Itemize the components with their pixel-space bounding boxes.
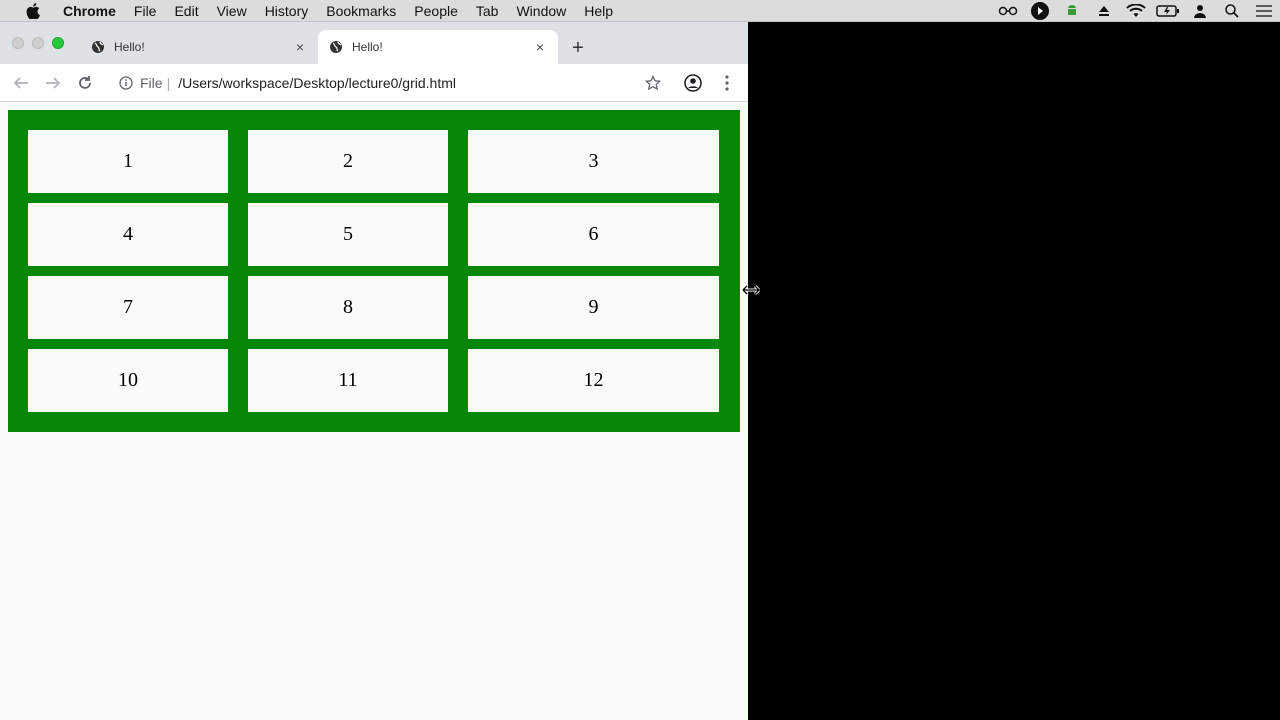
globe-icon — [90, 39, 106, 55]
close-window-button[interactable] — [12, 37, 24, 49]
grid-item: 6 — [468, 203, 719, 266]
tab-title: Hello! — [114, 40, 145, 54]
close-tab-icon[interactable]: × — [292, 39, 308, 55]
menu-history[interactable]: History — [256, 0, 318, 22]
url-separator: | — [166, 75, 171, 91]
close-tab-icon[interactable]: × — [532, 39, 548, 55]
menu-edit[interactable]: Edit — [165, 0, 207, 22]
menu-help[interactable]: Help — [575, 0, 622, 22]
menu-bar: Chrome File Edit View History Bookmarks … — [0, 0, 1280, 22]
zoom-window-button[interactable] — [52, 37, 64, 49]
browser-toolbar: File | /Users/workspace/Desktop/lecture0… — [0, 64, 748, 102]
url-scheme: File — [140, 75, 163, 91]
page-viewport: 1 2 3 4 5 6 7 8 9 10 11 12 — [0, 102, 748, 720]
eject-icon[interactable] — [1088, 0, 1120, 22]
android-icon[interactable] — [1056, 0, 1088, 22]
grid-item: 8 — [248, 276, 448, 339]
globe-icon — [328, 39, 344, 55]
grid-item: 11 — [248, 349, 448, 412]
desktop-background — [748, 22, 1280, 720]
grid-item: 9 — [468, 276, 719, 339]
reload-icon[interactable] — [72, 70, 98, 96]
wifi-icon[interactable] — [1120, 0, 1152, 22]
status-area — [992, 0, 1280, 22]
tab-title: Hello! — [352, 40, 383, 54]
grid-item: 3 — [468, 130, 719, 193]
kebab-menu-icon[interactable] — [714, 70, 740, 96]
menu-people[interactable]: People — [405, 0, 467, 22]
minimize-window-button[interactable] — [32, 37, 44, 49]
grid-item: 2 — [248, 130, 448, 193]
grid-container: 1 2 3 4 5 6 7 8 9 10 11 12 — [8, 110, 740, 432]
menu-view[interactable]: View — [208, 0, 256, 22]
url-text[interactable]: /Users/workspace/Desktop/lecture0/grid.h… — [178, 75, 456, 91]
new-tab-button[interactable]: + — [566, 36, 590, 60]
grid-item: 12 — [468, 349, 719, 412]
back-arrow-icon[interactable] — [8, 70, 34, 96]
tab-hello-1[interactable]: Hello! × — [80, 30, 318, 64]
grid-item: 4 — [28, 203, 228, 266]
menu-window[interactable]: Window — [507, 0, 575, 22]
search-icon[interactable] — [1216, 0, 1248, 22]
browser-window: Hello! × Hello! × + File | /Users/worksp… — [0, 22, 748, 720]
tab-hello-2[interactable]: Hello! × — [318, 30, 558, 64]
list-icon[interactable] — [1248, 0, 1280, 22]
battery-icon[interactable] — [1152, 0, 1184, 22]
grid-item: 10 — [28, 349, 228, 412]
menu-bookmarks[interactable]: Bookmarks — [317, 0, 405, 22]
info-icon[interactable] — [118, 75, 134, 91]
apple-logo-icon[interactable] — [22, 2, 44, 19]
menu-tab[interactable]: Tab — [467, 0, 508, 22]
resize-cursor-icon — [741, 283, 761, 296]
tab-strip: Hello! × Hello! × + — [0, 22, 748, 64]
grid-item: 7 — [28, 276, 228, 339]
menu-chrome[interactable]: Chrome — [54, 0, 125, 22]
grid-item: 1 — [28, 130, 228, 193]
glasses-icon[interactable] — [992, 0, 1024, 22]
forward-arrow-icon[interactable] — [40, 70, 66, 96]
menu-file[interactable]: File — [125, 0, 166, 22]
play-circle-icon[interactable] — [1024, 0, 1056, 22]
user-icon[interactable] — [1184, 0, 1216, 22]
star-icon[interactable] — [640, 70, 666, 96]
account-icon[interactable] — [680, 70, 706, 96]
address-bar[interactable]: File | /Users/workspace/Desktop/lecture0… — [110, 69, 670, 97]
grid-item: 5 — [248, 203, 448, 266]
